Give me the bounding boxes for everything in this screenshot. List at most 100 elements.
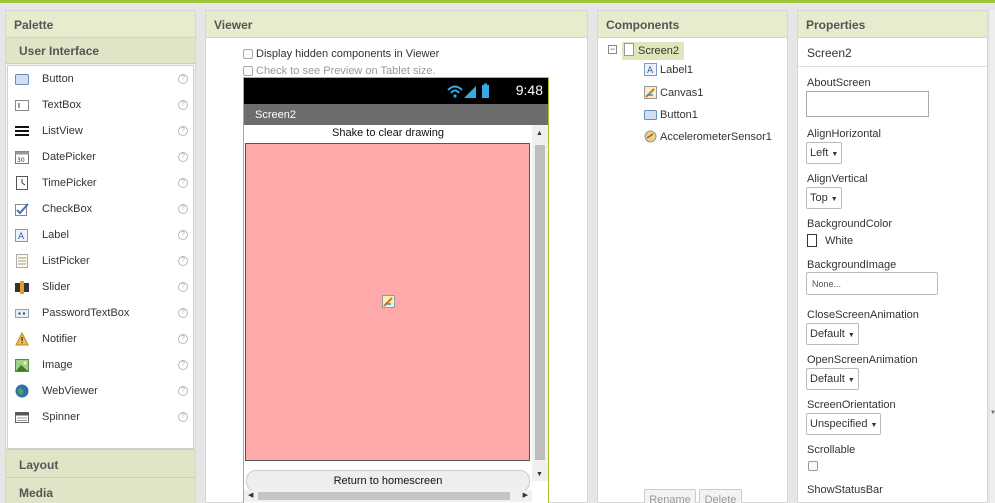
- hscroll-thumb[interactable]: [258, 492, 510, 500]
- collapse-icon[interactable]: −: [608, 45, 617, 54]
- palette-item-slider[interactable]: Slider ?: [8, 274, 193, 300]
- drawing-canvas[interactable]: [245, 143, 530, 461]
- scroll-down-icon[interactable]: ▼: [990, 410, 995, 416]
- help-icon[interactable]: ?: [178, 100, 188, 110]
- components-title: Components: [598, 11, 787, 38]
- button-icon: [15, 72, 29, 86]
- tree-item-canvas1[interactable]: Canvas1: [644, 86, 703, 99]
- palette-item-label[interactable]: A Label ?: [8, 222, 193, 248]
- listview-icon: [15, 124, 29, 138]
- help-icon[interactable]: ?: [178, 126, 188, 136]
- checkbox-icon: [15, 202, 29, 216]
- palette-item-datepicker[interactable]: 30 DatePicker ?: [8, 144, 193, 170]
- palette-item-listview[interactable]: ListView ?: [8, 118, 193, 144]
- shake-label[interactable]: Shake to clear drawing: [244, 125, 532, 143]
- palette-group-user-interface[interactable]: User Interface: [6, 38, 195, 64]
- close-animation-label: CloseScreenAnimation: [807, 309, 919, 321]
- background-image-field[interactable]: None...: [806, 272, 938, 295]
- palette-item-spinner[interactable]: Spinner ?: [8, 404, 193, 430]
- help-icon[interactable]: ?: [178, 256, 188, 266]
- palette-item-image[interactable]: Image ?: [8, 352, 193, 378]
- align-vertical-select[interactable]: Top ▼: [806, 187, 842, 209]
- help-icon[interactable]: ?: [178, 204, 188, 214]
- textbox-icon: [15, 98, 29, 112]
- palette-item-textbox[interactable]: TextBox ?: [8, 92, 193, 118]
- palette-item-checkbox[interactable]: CheckBox ?: [8, 196, 193, 222]
- help-icon[interactable]: ?: [178, 74, 188, 84]
- status-bar: 9:48: [244, 78, 548, 104]
- tree-item-button1[interactable]: Button1: [644, 108, 698, 121]
- help-icon[interactable]: ?: [178, 334, 188, 344]
- close-animation-select[interactable]: Default ▼: [806, 323, 859, 345]
- palette-item-listpicker[interactable]: ListPicker ?: [8, 248, 193, 274]
- page-scrollbar[interactable]: ▼: [990, 10, 995, 503]
- show-status-bar-label: ShowStatusBar: [807, 484, 883, 496]
- screen-orientation-select[interactable]: Unspecified ▼: [806, 413, 882, 435]
- screen-title: Screen2: [244, 104, 548, 125]
- canvas-icon: [644, 86, 657, 99]
- help-icon[interactable]: ?: [178, 386, 188, 396]
- chevron-down-icon: ▼: [847, 332, 855, 339]
- status-time: 9:48: [515, 82, 543, 98]
- tablet-preview-row[interactable]: Check to see Preview on Tablet size.: [243, 65, 436, 77]
- palette-item-label: Image: [42, 359, 73, 371]
- tree-item-accelerometersensor1[interactable]: AccelerometerSensor1: [644, 130, 772, 143]
- scroll-right-icon[interactable]: ▶: [523, 491, 528, 499]
- tree-root-screen2[interactable]: Screen2: [622, 42, 684, 60]
- button-icon: [644, 108, 657, 121]
- delete-button[interactable]: Delete: [699, 489, 742, 503]
- chevron-down-icon: ▼: [831, 151, 839, 158]
- help-icon[interactable]: ?: [178, 178, 188, 188]
- timepicker-icon: [15, 176, 29, 190]
- return-home-button[interactable]: Return to homescreen: [246, 470, 530, 492]
- scroll-thumb[interactable]: [535, 145, 545, 460]
- background-color-picker[interactable]: White: [807, 234, 853, 247]
- vertical-scrollbar[interactable]: ▲ ▼: [532, 125, 548, 481]
- scroll-left-icon[interactable]: ◀: [248, 491, 253, 499]
- help-icon[interactable]: ?: [178, 282, 188, 292]
- scroll-up-icon[interactable]: ▲: [536, 130, 543, 137]
- spinner-icon: [15, 410, 29, 424]
- tree-item-label1[interactable]: A Label1: [644, 63, 693, 76]
- about-screen-label: AboutScreen: [807, 77, 871, 89]
- display-hidden-row[interactable]: Display hidden components in Viewer: [243, 48, 439, 60]
- help-icon[interactable]: ?: [178, 360, 188, 370]
- palette-item-label: WebViewer: [42, 385, 98, 397]
- scrollable-checkbox[interactable]: [808, 461, 818, 471]
- tablet-preview-checkbox[interactable]: [243, 66, 253, 76]
- palette-list: Button ? TextBox ? ListView ? 30 DatePic…: [7, 65, 194, 449]
- label-icon: A: [644, 63, 657, 76]
- webviewer-icon: [15, 384, 29, 398]
- help-icon[interactable]: ?: [178, 308, 188, 318]
- palette-panel: Palette User Interface Button ? TextBox …: [5, 10, 196, 503]
- palette-item-label: Notifier: [42, 333, 77, 345]
- battery-icon: [482, 83, 489, 98]
- palette-item-passwordtextbox[interactable]: PasswordTextBox ?: [8, 300, 193, 326]
- help-icon[interactable]: ?: [178, 412, 188, 422]
- horizontal-scrollbar[interactable]: ◀ ▶: [244, 490, 532, 502]
- svg-text:30: 30: [17, 157, 25, 164]
- rename-button[interactable]: Rename: [644, 489, 696, 503]
- label-icon: A: [15, 228, 29, 242]
- about-screen-field[interactable]: [806, 91, 929, 117]
- palette-group-media[interactable]: Media: [6, 477, 195, 503]
- open-animation-select[interactable]: Default ▼: [806, 368, 859, 390]
- help-icon[interactable]: ?: [178, 152, 188, 162]
- canvas-icon: [382, 295, 395, 308]
- palette-item-label: DatePicker: [42, 151, 96, 163]
- open-animation-label: OpenScreenAnimation: [807, 354, 918, 366]
- notifier-icon: [15, 331, 29, 346]
- align-horizontal-select[interactable]: Left ▼: [806, 142, 843, 164]
- display-hidden-label: Display hidden components in Viewer: [256, 48, 440, 60]
- scroll-down-icon[interactable]: ▼: [536, 471, 543, 478]
- screen-icon: [624, 43, 634, 59]
- palette-item-timepicker[interactable]: TimePicker ?: [8, 170, 193, 196]
- palette-group-layout[interactable]: Layout: [6, 449, 195, 477]
- palette-item-label: CheckBox: [42, 203, 93, 215]
- palette-item-label: ListPicker: [42, 255, 90, 267]
- palette-item-button[interactable]: Button ?: [8, 66, 193, 92]
- display-hidden-checkbox[interactable]: [243, 49, 253, 59]
- help-icon[interactable]: ?: [178, 230, 188, 240]
- palette-item-webviewer[interactable]: WebViewer ?: [8, 378, 193, 404]
- palette-item-notifier[interactable]: Notifier ?: [8, 326, 193, 352]
